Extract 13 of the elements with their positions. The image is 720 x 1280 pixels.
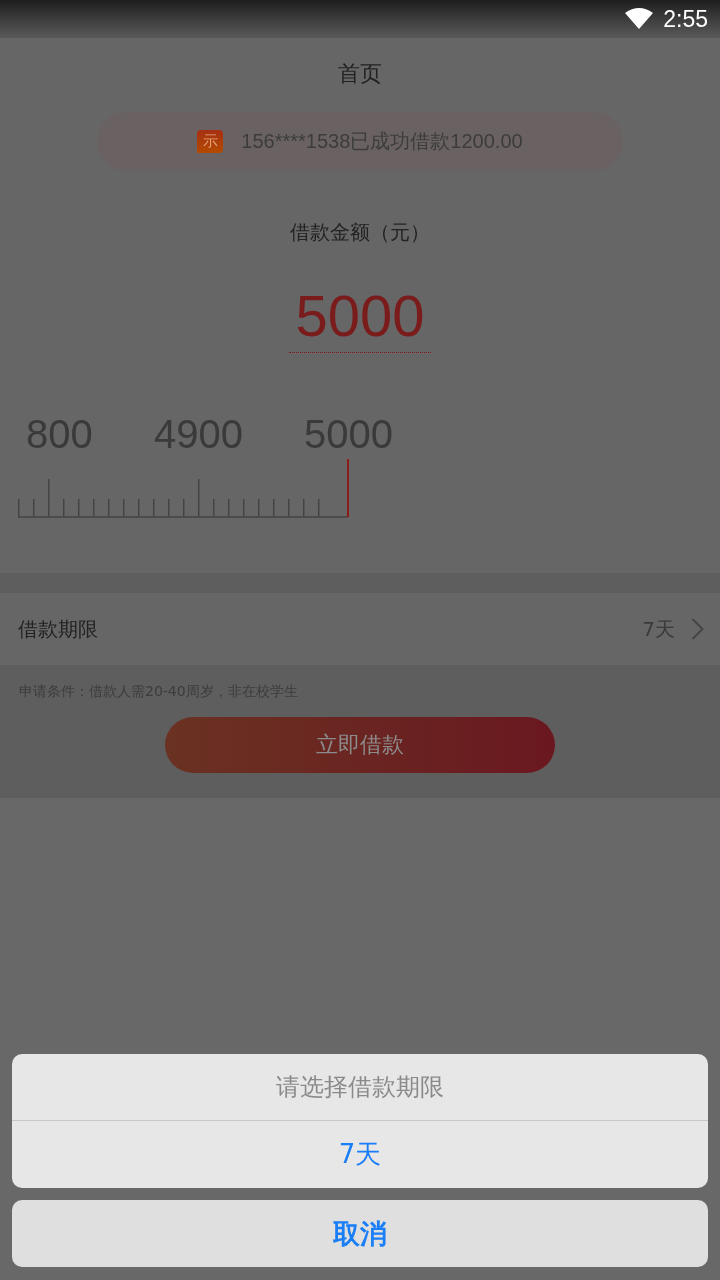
- chevron-right-icon: [691, 618, 704, 640]
- apply-button[interactable]: 立即借款: [165, 717, 555, 773]
- cancel-button[interactable]: 取消: [12, 1200, 708, 1267]
- term-label: 借款期限: [18, 615, 99, 643]
- sheet-option[interactable]: 7天: [12, 1121, 708, 1188]
- amount-ruler-drawing[interactable]: [18, 457, 350, 519]
- status-time: 2:55: [663, 5, 708, 33]
- amount-value[interactable]: 5000: [289, 284, 431, 353]
- sheet-title: 请选择借款期限: [12, 1054, 708, 1121]
- wifi-icon: [625, 8, 654, 30]
- page-title: 首页: [338, 60, 382, 88]
- notice-icon: 示: [197, 130, 224, 153]
- amount-label: 借款金额（元）: [290, 219, 430, 246]
